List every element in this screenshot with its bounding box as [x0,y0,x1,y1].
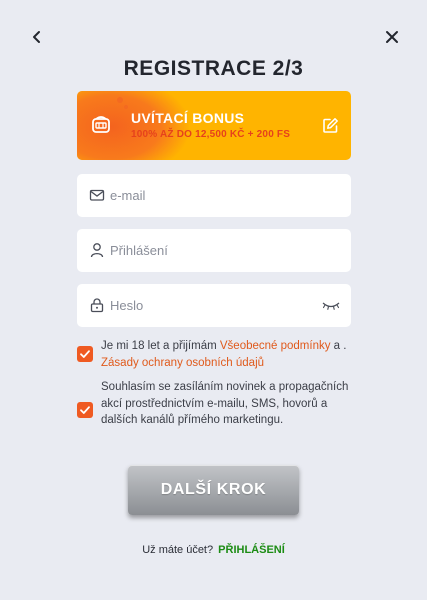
checkmark-icon [80,350,90,358]
user-icon [90,243,104,258]
email-field[interactable] [77,174,351,217]
have-account-line: Už máte účet? PŘIHLÁŠENÍ [0,544,427,556]
consent-text-before: Je mi 18 let a přijímám [101,340,220,352]
bonus-subtitle: 100% AŽ DO 12,500 KČ + 200 FS [131,129,291,140]
bonus-title: UVÍTACÍ BONUS [131,110,245,126]
eye-closed-icon[interactable] [321,299,341,311]
checkmark-icon [80,406,90,414]
consent-text-mid: a . [330,340,347,352]
edit-icon[interactable] [322,117,339,134]
marketing-consent-text: Souhlasím se zasíláním novinek a propaga… [101,381,349,426]
top-bar [0,26,427,48]
bonus-dot-decoration [124,105,128,109]
age-consent-text: Je mi 18 let a přijímám Všeobecné podmín… [101,338,351,371]
lock-icon [90,298,104,313]
close-icon [386,31,398,43]
login-field[interactable] [77,229,351,272]
login-link[interactable]: PŘIHLÁŠENÍ [218,544,285,556]
slot-machine-icon [92,116,110,133]
age-consent-row: Je mi 18 let a přijímám Všeobecné podmín… [77,338,351,372]
back-button[interactable] [28,26,46,48]
terms-link[interactable]: Všeobecné podmínky [220,340,331,352]
age-consent-checkbox[interactable] [77,346,93,362]
privacy-policy-link[interactable]: Zásady ochrany osobních údajů [101,357,264,369]
marketing-consent-checkbox[interactable] [77,402,93,418]
marketing-consent-row: Souhlasím se zasíláním novinek a propaga… [77,379,351,445]
welcome-bonus-banner[interactable]: UVÍTACÍ BONUS 100% AŽ DO 12,500 KČ + 200… [77,91,351,160]
next-step-button[interactable]: DALŠÍ KROK [128,465,299,515]
close-button[interactable] [383,26,401,48]
login-input[interactable] [110,229,330,272]
have-account-text: Už máte účet? [142,544,214,556]
mail-icon [89,189,105,201]
password-field[interactable] [77,284,351,327]
email-input[interactable] [110,174,330,217]
bonus-dot-decoration [117,97,123,103]
chevron-left-icon [33,31,40,43]
password-input[interactable] [110,284,330,327]
page-title: REGISTRACE 2/3 [123,57,304,80]
